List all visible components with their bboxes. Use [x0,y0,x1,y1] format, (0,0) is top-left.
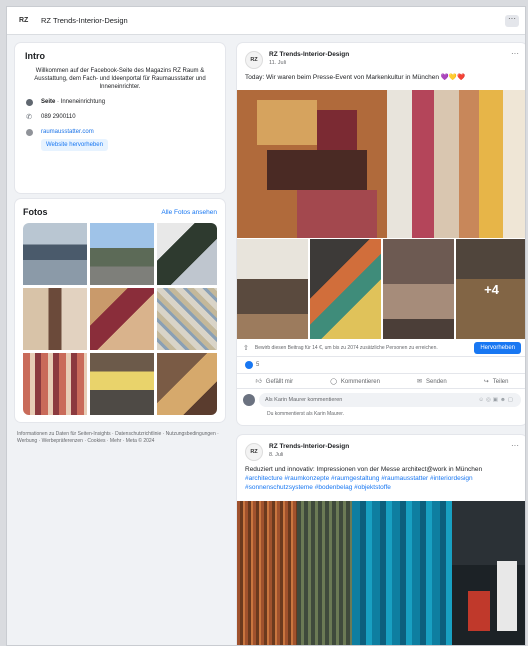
post-card: RZ RZ Trends-Interior-Design 11. Juli ··… [237,43,525,425]
commenter-avatar [243,394,255,406]
page-footer: Informationen zu Daten für Seiten-Insigh… [17,431,219,444]
fabric-display-image [237,90,525,238]
more-options-button[interactable]: ··· [505,15,519,27]
like-button[interactable]: 👍︎ Gefällt mir [256,377,294,385]
post-main-image[interactable] [237,90,525,238]
photo-thumbnail[interactable] [157,353,217,415]
website-row: raumausstatter.com [25,128,215,136]
photo-thumbnail[interactable] [157,288,217,350]
comment-bubble-icon: ◯ [330,378,337,385]
promote-website-button[interactable]: Website hervorheben [41,139,108,151]
photos-card: Fotos Alle Fotos ansehen [15,199,225,422]
post-actions: 👍︎ Gefällt mir ◯ Kommentieren ✉ Senden ↪ Tei… [237,373,525,389]
post-image-thumbnail[interactable] [310,239,381,339]
phone-row: ✆ 089 2900110 [25,113,215,121]
post-card: RZ RZ Trends-Interior-Design 8. Juli ···… [237,435,525,645]
photo-thumbnail[interactable] [23,223,87,285]
post-author[interactable]: RZ Trends-Interior-Design [269,51,511,58]
post-main-image[interactable] [237,501,525,645]
photo-thumbnail[interactable] [90,353,154,415]
category-row: Seite · Inneneinrichtung [25,98,215,106]
post-image-strip: +4 [237,239,525,339]
comment-tools-icon[interactable]: ☺◎▣☻▢ [478,397,515,403]
photo-thumbnail[interactable] [23,353,87,415]
page-logo: RZ [19,17,29,24]
commenting-as-note: Du kommentierst als Karin Maurer. [267,411,344,417]
share-button[interactable]: ↪ Teilen [484,378,509,385]
info-dot-icon [25,98,33,106]
phone-number: 089 2900110 [41,114,76,120]
reactions-count: 5 [256,362,260,368]
comment-button[interactable]: ◯ Kommentieren [330,378,380,385]
post-image-thumbnail[interactable] [237,239,308,339]
intro-bio: Willkommen auf der Facebook-Seite des Ma… [34,68,206,90]
intro-card: Intro Willkommen auf der Facebook-Seite … [15,43,225,193]
boost-text: Bewirb diesen Beitrag für 14 €, um bis z… [254,344,438,351]
post-more-icon[interactable]: ··· [511,442,519,450]
comment-composer: Als Karin Maurer kommentieren ☺◎▣☻▢ [243,393,521,407]
post-date[interactable]: 11. Juli [269,60,511,66]
page-header: RZ RZ Trends-Interior-Design ··· [7,7,525,35]
phone-icon: ✆ [26,114,32,121]
reactions-summary[interactable]: 5 [245,361,259,369]
post-hashtags[interactable]: #architecture #raumkonzepte #raumgestalt… [245,474,519,492]
share-arrow-icon: ↪ [483,378,489,385]
send-button[interactable]: ✉ Senden [417,378,447,385]
author-avatar[interactable]: RZ [245,443,263,461]
boost-icon: ⇧ [243,344,249,352]
category-label: Seite [41,99,56,105]
like-reaction-icon [245,361,253,369]
post-author[interactable]: RZ Trends-Interior-Design [269,443,511,450]
author-avatar[interactable]: RZ [245,51,263,69]
photo-thumbnail[interactable] [90,223,154,285]
send-icon: ✉ [416,378,423,385]
post-more-icon[interactable]: ··· [511,50,519,58]
more-dots-icon: ··· [508,14,516,23]
boost-bar: ⇧ Bewirb diesen Beitrag für 14 €, um bis… [237,339,525,357]
boost-post-button[interactable]: Hervorheben [474,341,521,354]
post-image-thumbnail[interactable]: +4 [456,239,525,339]
globe-icon [25,128,33,136]
photo-thumbnail[interactable] [90,288,154,350]
post-body: Reduziert und innovativ: Impressionen vo… [245,466,483,473]
intro-heading: Intro [25,51,45,61]
category-value: · Inneneinrichtung [55,99,106,105]
post-date[interactable]: 8. Juli [269,452,511,458]
post-image-thumbnail[interactable] [383,239,454,339]
thumb-up-icon: 👍︎ [255,379,262,385]
facebook-page-window: RZ RZ Trends-Interior-Design ··· Intro W… [6,6,526,646]
website-link[interactable]: raumausstatter.com [41,129,94,135]
photos-grid [23,223,217,415]
more-photos-overlay[interactable]: +4 [456,239,525,339]
photo-thumbnail[interactable] [23,288,87,350]
post-text: Today: Wir waren beim Presse-Event von M… [245,74,466,81]
photos-heading: Fotos [23,207,48,217]
page-title: RZ Trends-Interior-Design [41,16,128,25]
photo-thumbnail[interactable] [157,223,217,285]
comment-input[interactable]: Als Karin Maurer kommentieren ☺◎▣☻▢ [259,393,521,407]
post-text: Reduziert und innovativ: Impressionen vo… [237,461,525,496]
see-all-photos-link[interactable]: Alle Fotos ansehen [161,209,217,216]
